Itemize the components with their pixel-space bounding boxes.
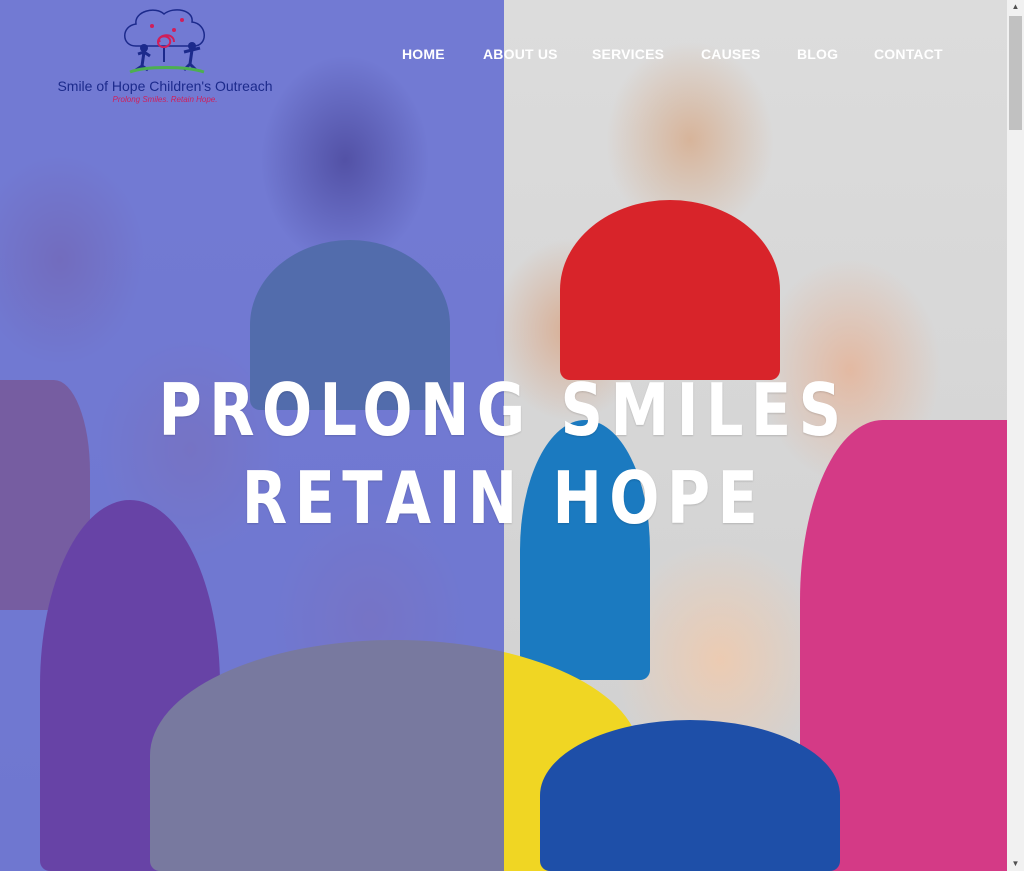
hero-headline-line1: PROLONG SMILES — [158, 368, 849, 452]
nav-item-home[interactable]: HOME — [402, 46, 445, 62]
nav-item-blog[interactable]: BLOG — [797, 46, 838, 62]
logo-tagline: Prolong Smiles. Retain Hope. — [112, 95, 218, 104]
nav-item-contact[interactable]: CONTACT — [874, 46, 943, 62]
arrow-up-icon[interactable]: ▲ — [1007, 0, 1024, 14]
vertical-scrollbar[interactable]: ▲ ▼ — [1007, 0, 1024, 871]
nav-item-about-us[interactable]: ABOUT US — [483, 46, 558, 62]
hero-headline-line2: RETAIN HOPE — [241, 456, 766, 540]
main-nav: HOME ABOUT US SERVICES CAUSES BLOG CONTA… — [0, 46, 1007, 66]
scrollbar-thumb[interactable] — [1009, 16, 1022, 130]
child-shirt — [560, 200, 780, 380]
nav-item-causes[interactable]: CAUSES — [701, 46, 761, 62]
nav-item-services[interactable]: SERVICES — [592, 46, 664, 62]
logo-name: Smile of Hope Children's Outreach — [57, 78, 273, 94]
child-shirt — [540, 720, 840, 871]
arrow-down-icon[interactable]: ▼ — [1007, 857, 1024, 871]
